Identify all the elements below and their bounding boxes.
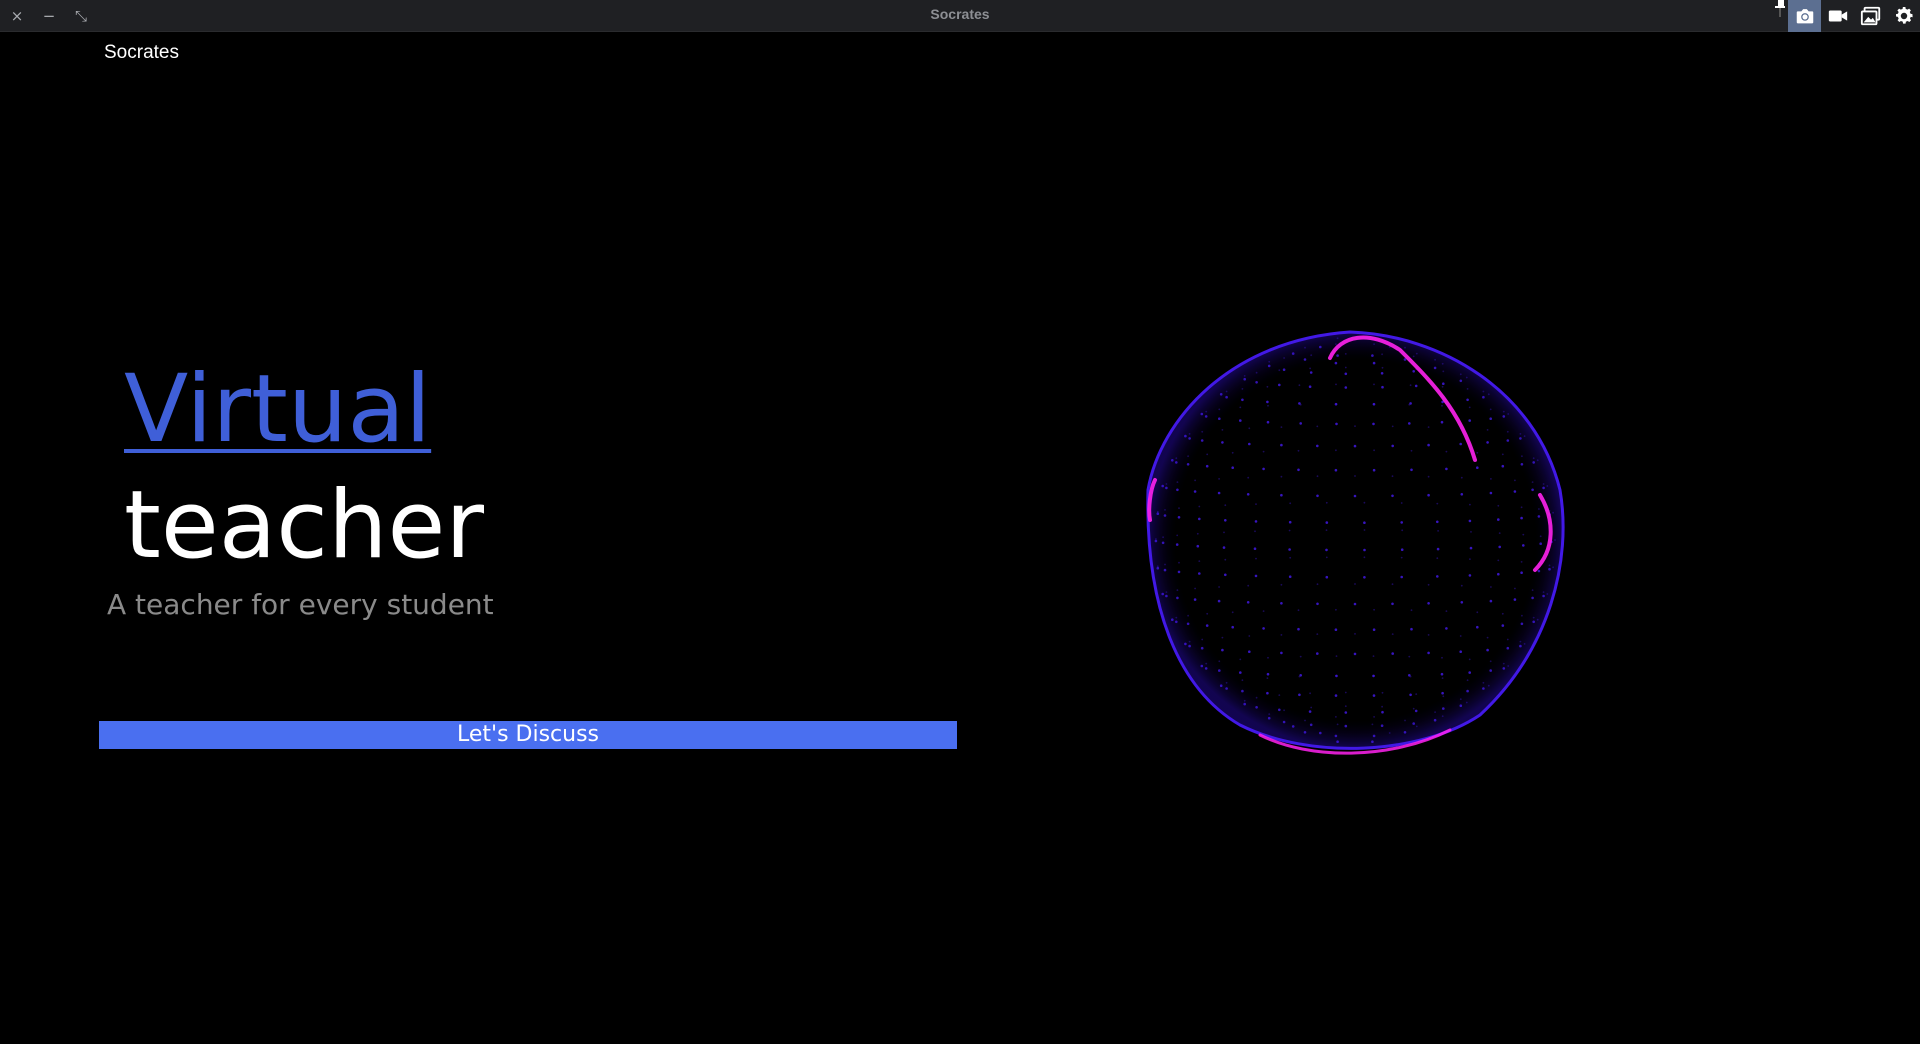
camera-icon <box>1796 9 1813 24</box>
video-camera-icon <box>1828 10 1847 22</box>
window-title: Socrates <box>930 6 990 22</box>
hero-tagline: A teacher for every student <box>107 588 494 621</box>
particle-sphere-visual <box>1146 330 1565 755</box>
minimize-window-button[interactable]: − <box>38 5 60 27</box>
hero-link-virtual[interactable]: Virtual <box>124 360 431 460</box>
gallery-button[interactable] <box>1854 0 1887 32</box>
restore-icon: ⤡ <box>74 7 87 25</box>
screenshot-toolbar <box>1772 0 1920 32</box>
app-brand: Socrates <box>104 42 179 63</box>
restore-window-button[interactable]: ⤡ <box>70 5 92 27</box>
pin-icon <box>1775 0 1785 17</box>
pin-button[interactable] <box>1772 0 1788 32</box>
close-icon: × <box>10 7 24 25</box>
close-window-button[interactable]: × <box>6 5 28 27</box>
record-video-button[interactable] <box>1821 0 1854 32</box>
screenshot-button[interactable] <box>1788 0 1821 32</box>
gear-icon <box>1895 7 1913 24</box>
minimize-icon: − <box>42 7 56 25</box>
hero-heading-teacher: teacher <box>124 471 485 580</box>
gallery-icon <box>1860 6 1880 26</box>
window-titlebar: × − ⤡ Socrates <box>0 0 1920 32</box>
lets-discuss-button[interactable]: Let's Discuss <box>99 721 957 749</box>
settings-button[interactable] <box>1887 0 1920 32</box>
sphere-rim <box>1146 330 1565 750</box>
